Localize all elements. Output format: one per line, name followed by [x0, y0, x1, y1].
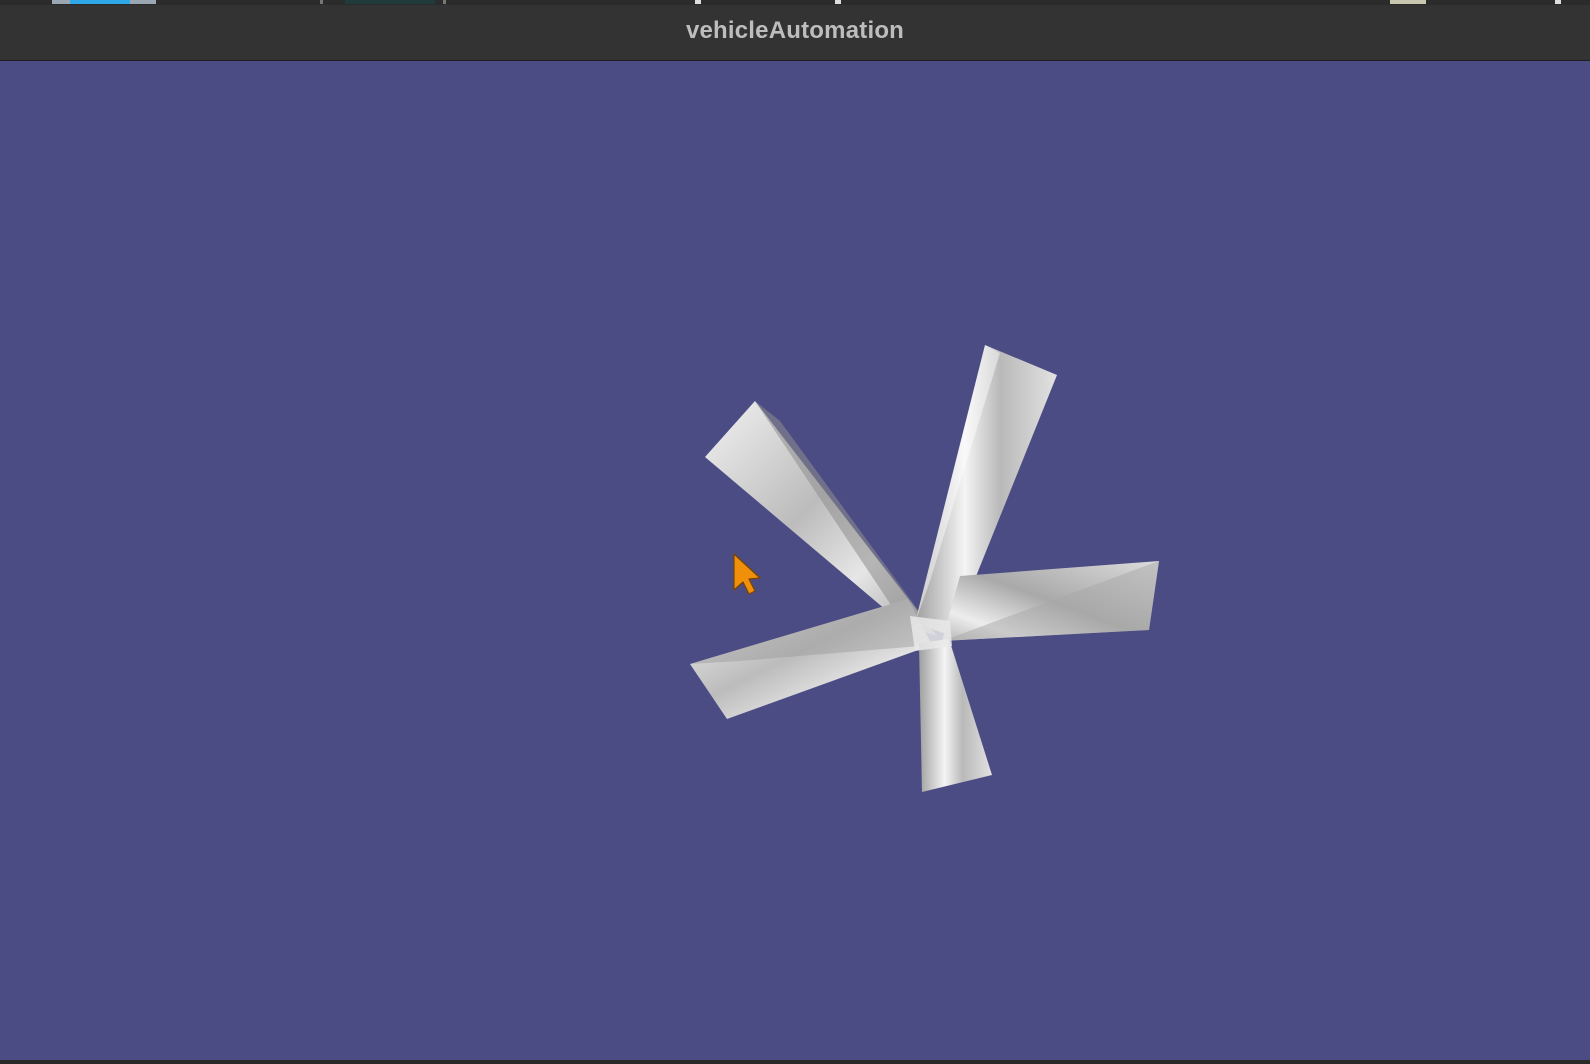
viewport-canvas — [690, 345, 1159, 792]
window-title: vehicleAutomation — [685, 17, 905, 44]
arrow-cursor-icon — [733, 553, 761, 595]
propeller-blade-lower — [919, 639, 992, 792]
propeller-hub — [910, 616, 952, 651]
propeller-model — [690, 345, 1159, 792]
window-titlebar[interactable]: vehicleAutomation — [0, 5, 1590, 61]
3d-viewport[interactable] — [0, 61, 1590, 1060]
bottom-screen-strip — [0, 1060, 1590, 1064]
